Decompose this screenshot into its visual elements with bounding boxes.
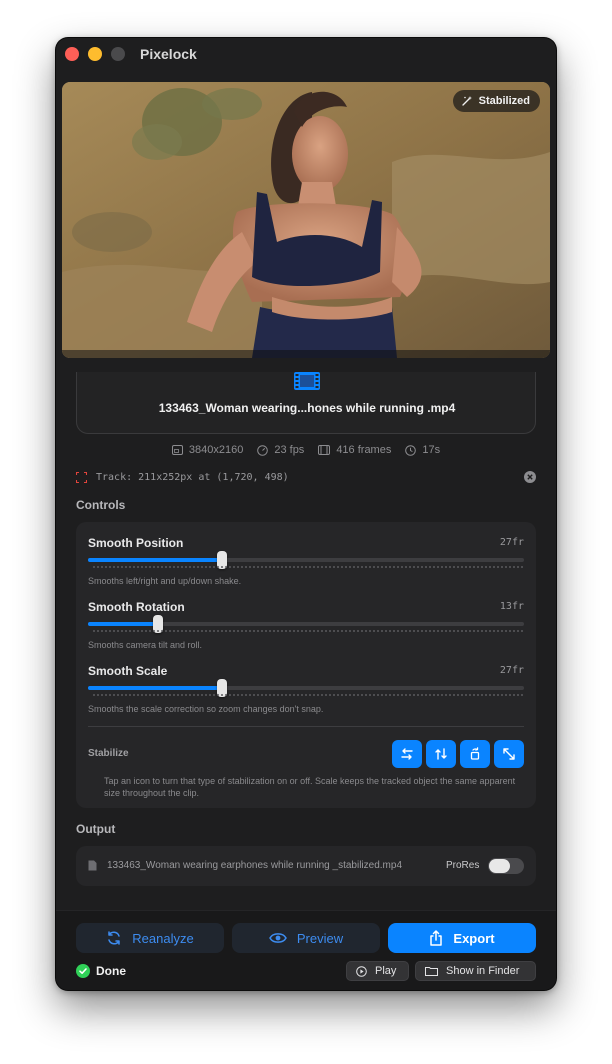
play-icon — [356, 965, 367, 977]
divider — [88, 726, 524, 727]
slider-fill — [88, 622, 158, 626]
track-label: Track: 211x252px at (1,720, 498) — [96, 472, 289, 483]
vertical-stabilize-button[interactable] — [426, 740, 456, 768]
preview-label: Preview — [296, 930, 344, 946]
show-in-finder-button[interactable]: Show in Finder — [415, 961, 536, 981]
zoom-window-button[interactable] — [111, 47, 125, 61]
output-file-name: 133463_Woman wearing earphones while run… — [107, 860, 403, 871]
selection-frame-icon — [76, 472, 87, 483]
film-icon — [294, 372, 320, 390]
checkmark-circle-icon — [76, 964, 90, 978]
scale-stabilize-icon — [503, 748, 515, 760]
video-metadata: 3840x2160 23 fps 416 frames 17s — [56, 444, 556, 456]
smooth-position-control: Smooth Position 27fr Smooths left/right … — [88, 536, 524, 592]
video-frame-image — [62, 82, 550, 358]
export-button[interactable]: Export — [388, 923, 536, 953]
smooth-rotation-control: Smooth Rotation 13fr Smooths camera tilt… — [88, 600, 524, 656]
duration-text: 17s — [422, 444, 441, 456]
scale-stabilize-button[interactable] — [494, 740, 524, 768]
fps-info: 23 fps — [257, 444, 304, 456]
bottom-action-bar: Reanalyze Preview Export Done Play Show … — [56, 910, 556, 990]
source-file-card[interactable]: 133463_Woman wearing...hones while runni… — [76, 372, 536, 434]
smooth-scale-value: 27fr — [499, 665, 524, 676]
output-card: 133463_Woman wearing earphones while run… — [76, 846, 536, 886]
resolution-icon — [171, 445, 183, 455]
prores-label: ProRes — [446, 860, 480, 871]
stabilize-help: Tap an icon to turn that type of stabili… — [104, 776, 516, 798]
fps-text: 23 fps — [274, 444, 305, 456]
smooth-position-value: 27fr — [499, 537, 524, 548]
close-window-button[interactable] — [65, 47, 79, 61]
stabilize-label: Stabilize — [88, 748, 129, 759]
output-heading: Output — [76, 822, 116, 836]
title-bar: Pixelock — [56, 38, 556, 70]
resolution-text: 3840x2160 — [188, 444, 244, 456]
horizontal-stabilize-icon — [401, 748, 413, 760]
reanalyze-label: Reanalyze — [132, 930, 194, 946]
smooth-position-slider[interactable] — [88, 551, 524, 569]
smooth-rotation-slider[interactable] — [88, 615, 524, 633]
vertical-stabilize-icon — [435, 748, 447, 760]
smooth-scale-control: Smooth Scale 27fr Smooths the scale corr… — [88, 664, 524, 720]
smooth-position-label: Smooth Position — [88, 536, 184, 550]
app-window: Pixelock Stabilized 133463_Woman wearing… — [56, 38, 556, 990]
document-icon — [88, 860, 97, 871]
smooth-rotation-value: 13fr — [499, 601, 524, 612]
stabilized-badge: Stabilized — [452, 90, 540, 112]
toggle-knob — [489, 859, 510, 873]
slider-fill — [88, 558, 222, 562]
refresh-icon — [108, 931, 121, 945]
smooth-scale-slider[interactable] — [88, 679, 524, 697]
prores-toggle[interactable] — [488, 858, 524, 874]
clear-track-icon[interactable] — [524, 471, 536, 483]
slider-ticks — [92, 630, 524, 632]
magic-wand-icon — [461, 96, 472, 106]
smooth-scale-help: Smooths the scale correction so zoom cha… — [88, 704, 324, 714]
status-text: Done — [96, 964, 126, 978]
play-label: Play — [375, 965, 397, 977]
smooth-position-help: Smooths left/right and up/down shake. — [88, 576, 242, 586]
eye-icon — [269, 933, 287, 943]
smooth-rotation-help: Smooths camera tilt and roll. — [88, 640, 203, 650]
frames-info: 416 frames — [318, 444, 391, 456]
stabilize-buttons — [392, 740, 524, 768]
duration-info: 17s — [405, 444, 440, 456]
controls-heading: Controls — [76, 498, 126, 512]
slider-ticks — [92, 566, 524, 568]
video-preview: Stabilized — [62, 82, 550, 358]
rotation-stabilize-button[interactable] — [460, 740, 490, 768]
resolution-info: 3840x2160 — [171, 444, 244, 456]
film-strip-icon — [318, 445, 331, 455]
share-icon — [430, 930, 443, 946]
reanalyze-button[interactable]: Reanalyze — [76, 923, 224, 953]
folder-icon — [425, 967, 438, 976]
minimize-window-button[interactable] — [88, 47, 102, 61]
controls-card: Smooth Position 27fr Smooths left/right … — [76, 522, 536, 808]
stabilized-badge-label: Stabilized — [478, 95, 530, 107]
slider-ticks — [92, 694, 524, 696]
export-label: Export — [453, 930, 495, 946]
source-file-name: 133463_Woman wearing...hones while runni… — [158, 401, 456, 415]
show-in-finder-label: Show in Finder — [446, 965, 520, 977]
status-indicator: Done — [76, 963, 126, 979]
smooth-rotation-label: Smooth Rotation — [88, 600, 185, 614]
frames-text: 416 frames — [336, 444, 392, 456]
horizontal-stabilize-button[interactable] — [392, 740, 422, 768]
rotation-stabilize-icon — [470, 747, 480, 760]
preview-button[interactable]: Preview — [232, 923, 380, 953]
window-title: Pixelock — [140, 46, 197, 62]
speedometer-icon — [257, 444, 269, 456]
smooth-scale-label: Smooth Scale — [88, 664, 168, 678]
track-info-row: Track: 211x252px at (1,720, 498) — [76, 470, 536, 486]
slider-fill — [88, 686, 222, 690]
clock-icon — [405, 444, 417, 456]
play-button[interactable]: Play — [346, 961, 409, 981]
